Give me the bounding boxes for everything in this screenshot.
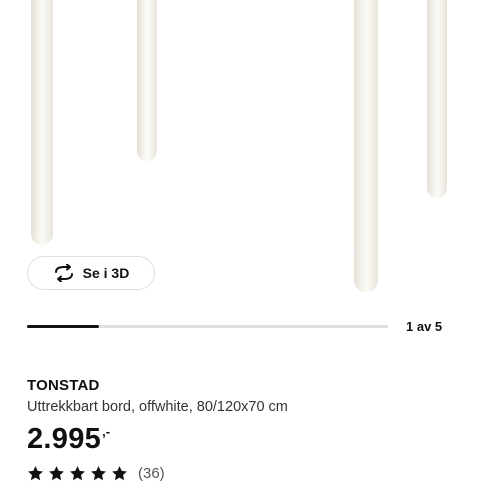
view-in-3d-button[interactable]: Se i 3D [27, 256, 155, 290]
table-leg-image [427, 0, 447, 198]
gallery-progress-fill [27, 325, 100, 328]
table-leg-image [354, 0, 378, 292]
star-icon [112, 466, 127, 481]
view-in-3d-label: Se i 3D [82, 265, 130, 281]
product-description: Uttrekkbart bord, offwhite, 80/120x70 cm [27, 399, 288, 415]
product-price: 2.995 ,- [27, 421, 110, 457]
gallery-progress-bar [27, 325, 388, 328]
table-leg-image [137, 0, 157, 161]
rotate-3d-icon [54, 264, 73, 282]
table-leg-image [31, 0, 53, 245]
star-icon [91, 466, 106, 481]
gallery-pager: 1 av 5 [406, 319, 443, 334]
star-icon [49, 466, 64, 481]
review-count: (36) [138, 465, 165, 482]
star-icon [28, 466, 43, 481]
product-name[interactable]: TONSTAD [27, 377, 100, 394]
product-rating[interactable]: (36) [27, 465, 165, 482]
star-icon [70, 466, 85, 481]
price-suffix: ,- [102, 424, 111, 439]
price-amount: 2.995 [27, 423, 102, 455]
